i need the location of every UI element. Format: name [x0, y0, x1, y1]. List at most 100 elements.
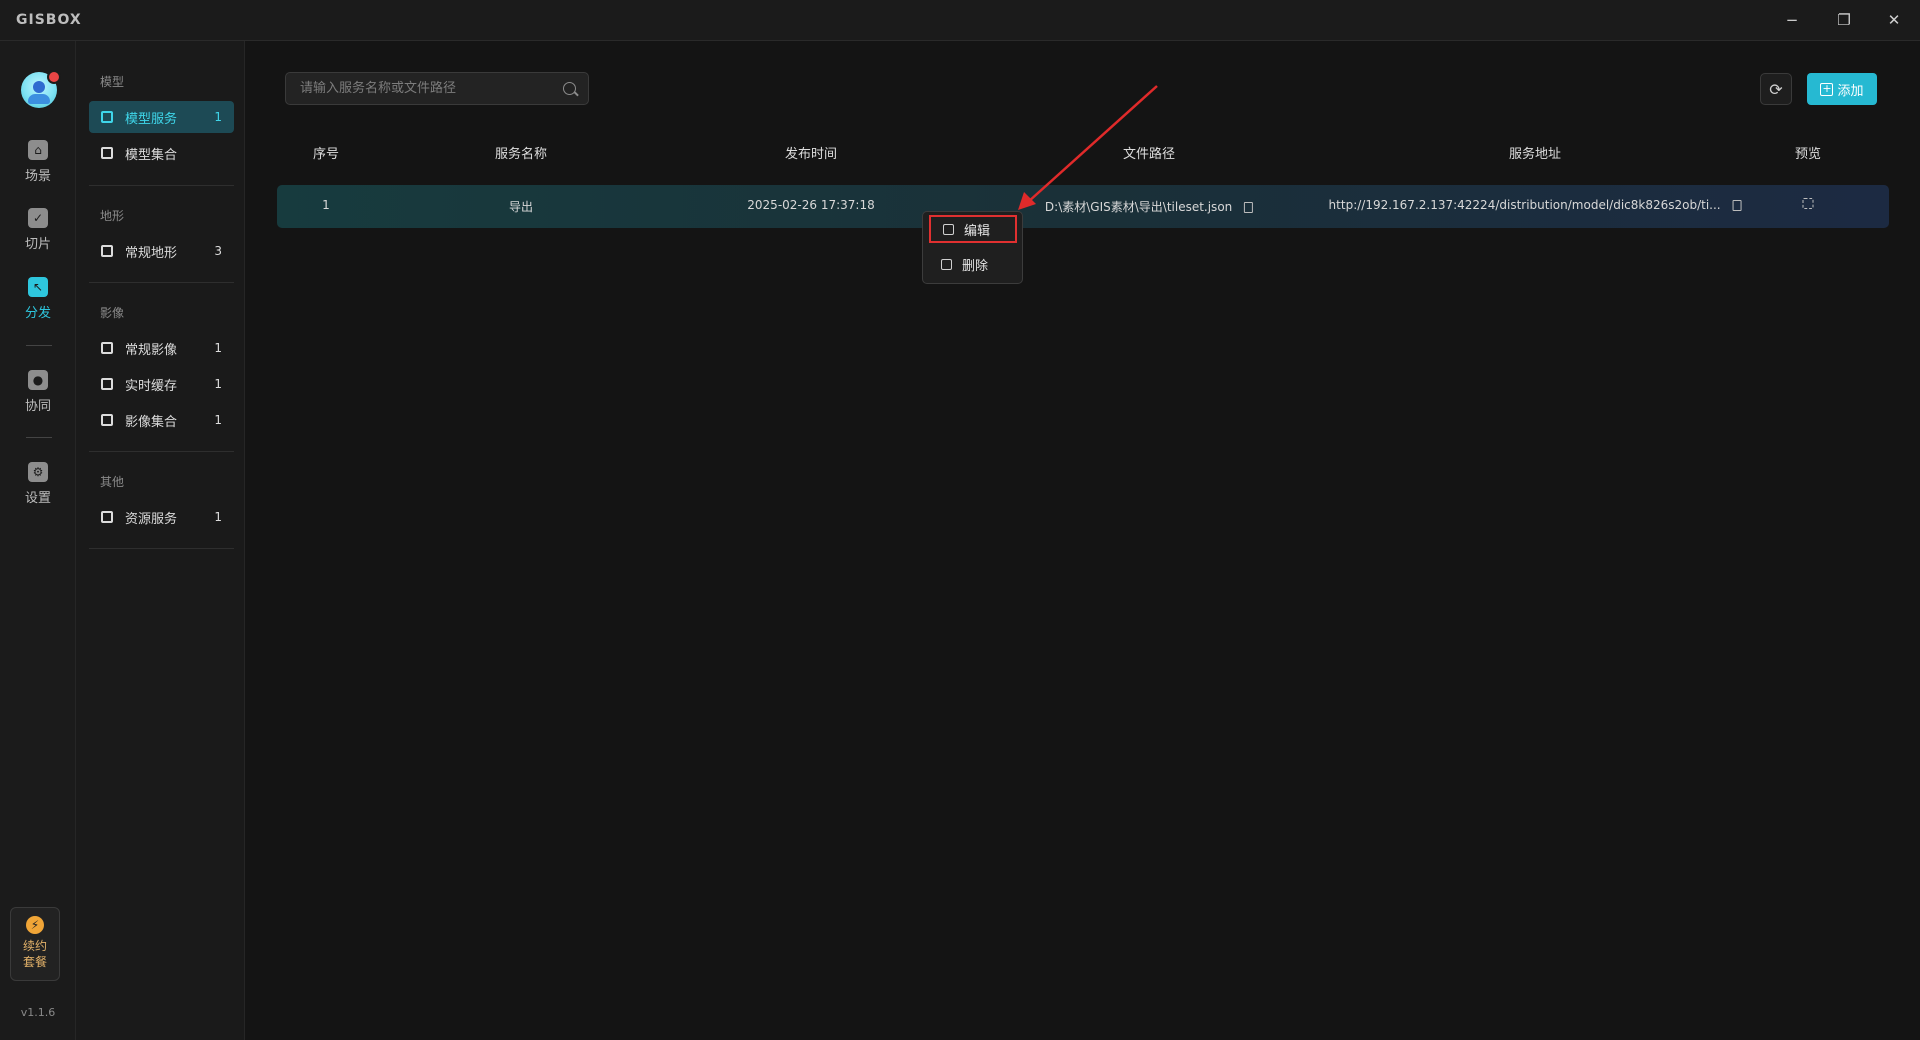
rail-item-label: 分发: [24, 306, 51, 321]
promo-label-1: 续约: [22, 939, 47, 953]
table-row[interactable]: 1 导出 2025-02-26 17:37:18 D:\素材\GIS素材\导出\…: [277, 185, 1889, 228]
column-header: 服务名称: [494, 147, 548, 162]
avatar-body-icon: [28, 94, 50, 104]
rail-item-label: 场景: [24, 169, 51, 184]
sidebar-item-label: 实时缓存: [125, 378, 178, 394]
sidebar-divider: [89, 185, 234, 186]
terrain-icon: [101, 245, 113, 257]
minimize-button[interactable]: −: [1778, 8, 1806, 32]
column-header: 发布时间: [784, 147, 838, 162]
context-menu-label: 编辑: [964, 223, 991, 239]
sidebar-divider: [89, 548, 234, 549]
app-logo: GISBOX: [16, 12, 82, 28]
rail-item-collab[interactable]: ● 协同: [0, 370, 76, 426]
lock-icon: ●: [28, 370, 48, 390]
sidebar-divider: [89, 282, 234, 283]
preview-icon[interactable]: [1802, 198, 1814, 209]
rail-item-scene[interactable]: ⌂ 场景: [0, 140, 76, 196]
bolt-icon: ⚡: [26, 916, 44, 934]
renew-plan-button[interactable]: ⚡ 续约 套餐: [10, 907, 60, 981]
context-menu: 编辑 删除: [922, 211, 1023, 284]
sidebar-item-model-collection[interactable]: 模型集合: [89, 137, 234, 169]
gear-icon: ⚙: [28, 462, 48, 482]
add-button[interactable]: + 添加: [1807, 73, 1877, 105]
resource-icon: [101, 511, 113, 523]
column-header: 序号: [312, 147, 340, 162]
cell-index: 1: [322, 198, 330, 212]
rail-item-label: 切片: [24, 237, 51, 252]
cell-publish-time: 2025-02-26 17:37:18: [747, 198, 875, 212]
maximize-button[interactable]: ❐: [1830, 8, 1858, 32]
sidebar-item-resource-service[interactable]: 资源服务 1: [89, 501, 234, 533]
service-url-text: http://192.167.2.137:42224/distribution/…: [1328, 198, 1721, 212]
search-input[interactable]: [298, 80, 563, 97]
rail-item-label: 设置: [24, 491, 51, 506]
trash-icon: [941, 258, 952, 270]
group-title-other: 其他: [100, 475, 125, 489]
avatar-head-icon: [33, 81, 45, 93]
search-box[interactable]: [285, 72, 589, 105]
cell-service-url: http://192.167.2.137:42224/distribution/…: [1329, 198, 1742, 212]
promo-label-2: 套餐: [22, 955, 47, 969]
plus-icon: +: [1820, 81, 1834, 96]
sidebar-item-count: 1: [214, 341, 222, 355]
copy-icon[interactable]: [1732, 200, 1742, 211]
sidebar-item-label: 常规地形: [125, 245, 178, 261]
column-header: 文件路径: [1122, 147, 1176, 162]
sidebar-item-count: 1: [214, 110, 222, 124]
imagery-icon: [101, 342, 113, 354]
context-menu-label: 删除: [962, 258, 989, 274]
rail-divider: [26, 345, 52, 346]
home-icon: ⌂: [28, 140, 48, 160]
rail-item-tile[interactable]: ✓ 切片: [0, 208, 76, 264]
sidebar-item-count: 1: [214, 413, 222, 427]
rail-item-settings[interactable]: ⚙ 设置: [0, 462, 76, 518]
distribute-icon: ↖: [28, 277, 48, 297]
model-icon: [101, 147, 113, 159]
tile-icon: ✓: [28, 208, 48, 228]
sidebar-item-count: 3: [214, 244, 222, 258]
rail-divider: [26, 437, 52, 438]
imagery-icon: [101, 414, 113, 426]
column-header: 服务地址: [1508, 147, 1562, 162]
sidebar-item-label: 常规影像: [125, 342, 178, 358]
sidebar-divider: [89, 451, 234, 452]
add-button-label: 添加: [1837, 83, 1864, 99]
sidebar-item-label: 影像集合: [125, 414, 178, 430]
sidebar-item-label: 资源服务: [125, 511, 178, 527]
refresh-button[interactable]: ⟳: [1760, 73, 1792, 105]
search-icon[interactable]: [563, 82, 576, 95]
sidebar-item-imagery-collection[interactable]: 影像集合 1: [89, 404, 234, 436]
close-button[interactable]: ✕: [1880, 8, 1908, 32]
table-header: 序号 服务名称 发布时间 文件路径 服务地址 预览: [277, 138, 1889, 166]
sidebar-item-count: 1: [214, 377, 222, 391]
cell-file-path: D:\素材\GIS素材\导出\tileset.json: [1044, 198, 1254, 215]
rail-item-label: 协同: [24, 399, 51, 414]
title-bar: GISBOX − ❐ ✕: [0, 0, 1920, 41]
cell-preview: [1802, 198, 1814, 212]
file-path-text: D:\素材\GIS素材\导出\tileset.json: [1044, 200, 1233, 214]
copy-icon[interactable]: [1244, 202, 1254, 213]
context-menu-edit[interactable]: 编辑: [929, 215, 1017, 243]
sidebar-item-count: 1: [214, 510, 222, 524]
imagery-icon: [101, 378, 113, 390]
refresh-icon: ⟳: [1769, 79, 1783, 99]
sidebar-item-imagery[interactable]: 常规影像 1: [89, 332, 234, 364]
category-sidebar: 模型 模型服务 1 模型集合 地形 常规地形 3 影像 常规影像 1 实时缓存 …: [76, 41, 245, 1040]
group-title-imagery: 影像: [100, 306, 125, 320]
sidebar-item-label: 模型集合: [125, 147, 178, 163]
rail-item-distribute[interactable]: ↖ 分发: [0, 277, 76, 333]
notification-badge-icon[interactable]: [47, 70, 61, 84]
sidebar-item-terrain[interactable]: 常规地形 3: [89, 235, 234, 267]
group-title-terrain: 地形: [100, 209, 125, 223]
model-icon: [101, 111, 113, 123]
context-menu-delete[interactable]: 删除: [929, 250, 1017, 278]
sidebar-item-realtime-cache[interactable]: 实时缓存 1: [89, 368, 234, 400]
sidebar-item-label: 模型服务: [125, 111, 178, 127]
column-header: 预览: [1794, 147, 1822, 162]
group-title-model: 模型: [100, 75, 125, 89]
edit-icon: [943, 223, 954, 235]
app-version: v1.1.6: [20, 1006, 56, 1019]
cell-service-name: 导出: [508, 200, 534, 214]
sidebar-item-model-service[interactable]: 模型服务 1: [89, 101, 234, 133]
